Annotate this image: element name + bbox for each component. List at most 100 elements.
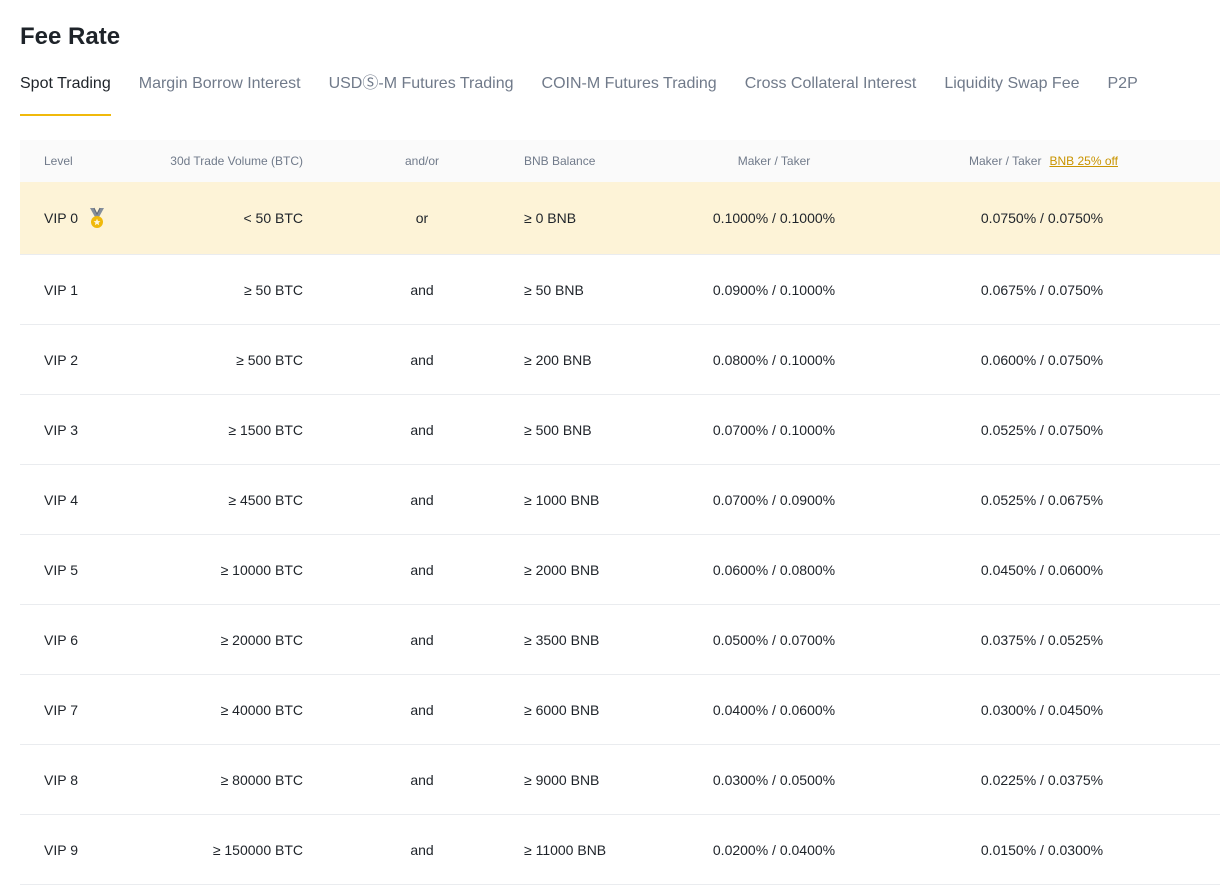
row-volume: ≥ 150000 BTC [212,841,303,858]
row-bnb-balance: ≥ 9000 BNB [524,771,600,788]
header-volume: 30d Trade Volume (BTC) [170,154,303,168]
row-bnb-balance: ≥ 50 BNB [524,281,584,298]
row-level: VIP 6 [44,605,78,674]
row-volume: ≥ 4500 BTC [228,491,303,508]
table-row: VIP 8 ≥ 80000 BTC and ≥ 9000 BNB 0.0300% / 0… [20,745,1220,815]
row-maker-taker: 0.0400% / 0.0600% [712,701,836,718]
header-maker-taker-discount-label: Maker / Taker [969,154,1042,168]
row-level-label: VIP 4 [44,491,78,508]
row-maker-taker-discount: 0.0750% / 0.0750% [980,210,1104,226]
row-level: VIP 1 [44,255,78,324]
row-maker-taker: 0.0800% / 0.1000% [712,351,836,368]
table-row: VIP 9 ≥ 150000 BTC and ≥ 11000 BNB 0.0200% /… [20,815,1220,885]
row-volume: < 50 BTC [243,210,303,226]
row-andor: or [415,210,429,226]
row-volume: ≥ 10000 BTC [220,561,303,578]
row-maker-taker: 0.0700% / 0.0900% [712,491,836,508]
row-volume: ≥ 40000 BTC [220,701,303,718]
header-maker-taker-discount: Maker / Taker BNB 25% off [969,140,1118,182]
row-maker-taker: 0.0500% / 0.0700% [712,631,836,648]
fee-rate-page: Fee Rate Spot Trading Margin Borrow Inte… [0,0,1220,892]
row-bnb-balance: ≥ 0 BNB [524,210,577,226]
medal-icon [88,207,106,229]
row-level: VIP 0 [44,182,106,254]
row-andor: and [410,421,434,438]
tab-p2p[interactable]: P2P [1108,72,1138,116]
tab-spot-trading[interactable]: Spot Trading [20,72,111,116]
row-bnb-balance: ≥ 500 BNB [524,421,592,438]
row-andor: and [410,841,434,858]
row-level: VIP 3 [44,395,78,464]
row-andor: and [410,701,434,718]
row-level-label: VIP 8 [44,771,78,788]
row-maker-taker-discount: 0.0525% / 0.0675% [980,491,1104,508]
bnb-discount-link[interactable]: BNB 25% off [1049,154,1117,168]
row-maker-taker: 0.0900% / 0.1000% [712,281,836,298]
row-level: VIP 9 [44,815,78,884]
tab-usds-m-futures-trading[interactable]: USDⓈ-M Futures Trading [329,72,514,116]
tab-coin-m-futures-trading[interactable]: COIN-M Futures Trading [542,72,717,116]
row-level-label: VIP 5 [44,561,78,578]
row-level-label: VIP 2 [44,351,78,368]
row-andor: and [410,631,434,648]
row-level-label: VIP 3 [44,421,78,438]
page-title: Fee Rate [20,23,121,50]
table-row: VIP 2 ≥ 500 BTC and ≥ 200 BNB 0.0800% / 0.10… [20,325,1220,395]
row-maker-taker-discount: 0.0375% / 0.0525% [980,631,1104,648]
row-level-label: VIP 7 [44,701,78,718]
row-level-label: VIP 1 [44,281,78,298]
row-volume: ≥ 50 BTC [243,281,303,298]
row-maker-taker-discount: 0.0300% / 0.0450% [980,701,1104,718]
table-row: VIP 7 ≥ 40000 BTC and ≥ 6000 BNB 0.0400% / 0… [20,675,1220,745]
fee-tabs: Spot Trading Margin Borrow Interest USDⓈ… [20,72,1138,116]
table-row: VIP 5 ≥ 10000 BTC and ≥ 2000 BNB 0.0600% / 0… [20,535,1220,605]
row-andor: and [410,281,434,298]
row-level: VIP 2 [44,325,78,394]
row-maker-taker: 0.0200% / 0.0400% [712,841,836,858]
table-row: VIP 6 ≥ 20000 BTC and ≥ 3500 BNB 0.0500% / 0… [20,605,1220,675]
table-row: VIP 4 ≥ 4500 BTC and ≥ 1000 BNB 0.0700% / 0.… [20,465,1220,535]
row-volume: ≥ 80000 BTC [220,771,303,788]
row-level: VIP 7 [44,675,78,744]
fee-table: Level 30d Trade Volume (BTC) and/or BNB … [20,140,1220,885]
row-maker-taker-discount: 0.0600% / 0.0750% [980,351,1104,368]
row-level: VIP 4 [44,465,78,534]
tab-margin-borrow-interest[interactable]: Margin Borrow Interest [139,72,301,116]
row-level-label: VIP 6 [44,631,78,648]
row-maker-taker: 0.0300% / 0.0500% [712,771,836,788]
tab-cross-collateral-interest[interactable]: Cross Collateral Interest [745,72,917,116]
header-maker-taker: Maker / Taker [737,154,811,168]
tab-liquidity-swap-fee[interactable]: Liquidity Swap Fee [944,72,1079,116]
row-bnb-balance: ≥ 1000 BNB [524,491,600,508]
table-row: VIP 3 ≥ 1500 BTC and ≥ 500 BNB 0.0700% / 0.1… [20,395,1220,465]
row-level-label: VIP 0 [44,210,78,226]
row-volume: ≥ 20000 BTC [220,631,303,648]
row-maker-taker-discount: 0.0525% / 0.0750% [980,421,1104,438]
row-maker-taker: 0.0700% / 0.1000% [712,421,836,438]
row-bnb-balance: ≥ 11000 BNB [524,841,607,858]
header-level: Level [44,154,73,168]
row-maker-taker-discount: 0.0675% / 0.0750% [980,281,1104,298]
row-bnb-balance: ≥ 2000 BNB [524,561,600,578]
row-volume: ≥ 1500 BTC [228,421,303,438]
table-row: VIP 1 ≥ 50 BTC and ≥ 50 BNB 0.0900% / 0.1000… [20,255,1220,325]
header-bnb-balance: BNB Balance [524,154,596,168]
row-maker-taker-discount: 0.0150% / 0.0300% [980,841,1104,858]
row-andor: and [410,771,434,788]
row-andor: and [410,491,434,508]
table-header: Level 30d Trade Volume (BTC) and/or BNB … [20,140,1220,182]
row-level: VIP 8 [44,745,78,814]
row-level: VIP 5 [44,535,78,604]
row-maker-taker-discount: 0.0450% / 0.0600% [980,561,1104,578]
header-andor: and/or [404,154,440,168]
row-andor: and [410,351,434,368]
table-body: VIP 0 < 50 BTC or ≥ 0 BNB 0.1000% / 0.1000% 0… [20,182,1220,885]
row-maker-taker: 0.0600% / 0.0800% [712,561,836,578]
row-bnb-balance: ≥ 6000 BNB [524,701,600,718]
row-bnb-balance: ≥ 200 BNB [524,351,592,368]
row-maker-taker: 0.1000% / 0.1000% [712,210,836,226]
row-volume: ≥ 500 BTC [236,351,303,368]
row-andor: and [410,561,434,578]
table-row: VIP 0 < 50 BTC or ≥ 0 BNB 0.1000% / 0.1000% 0… [20,182,1220,255]
row-bnb-balance: ≥ 3500 BNB [524,631,600,648]
